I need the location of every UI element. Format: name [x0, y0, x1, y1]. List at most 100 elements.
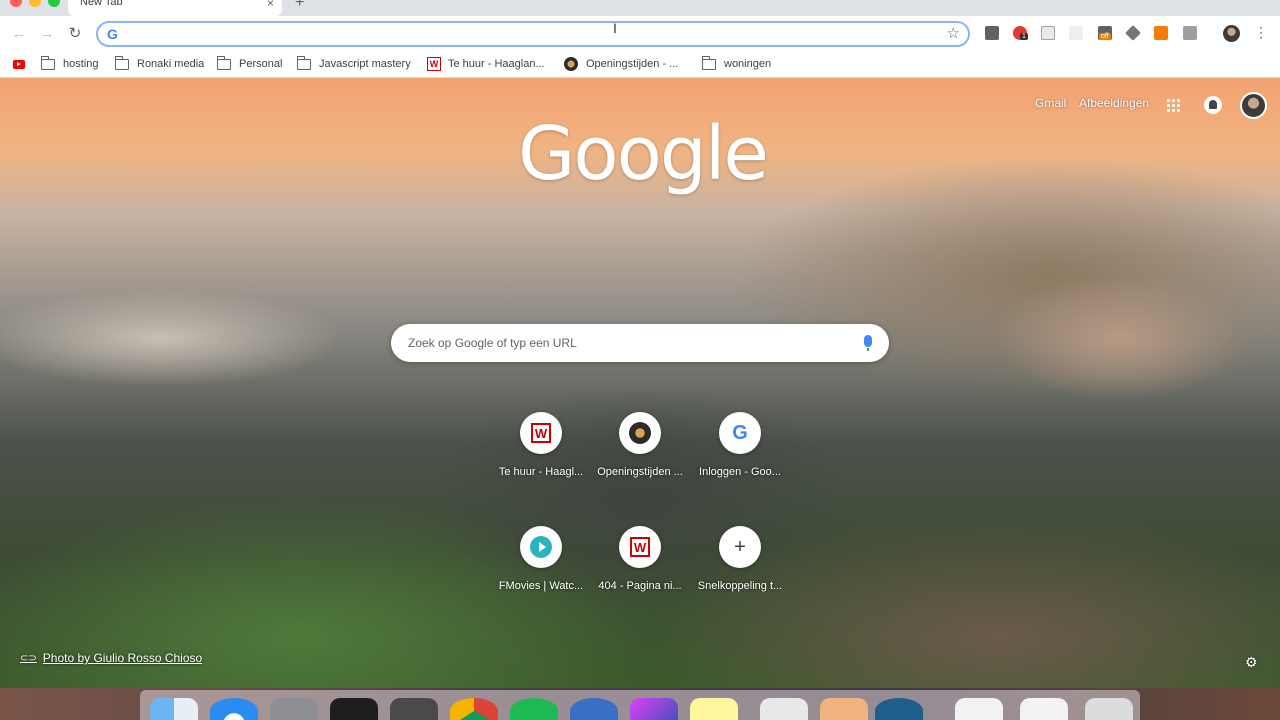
shortcut-add[interactable]: + Snelkoppeling t... — [690, 526, 790, 616]
tab-strip: New Tab × + — [0, 0, 1280, 16]
apps-grid-icon[interactable] — [1166, 98, 1180, 112]
menu-kebab-icon[interactable]: ⋮ — [1254, 24, 1268, 41]
close-window-button[interactable] — [10, 0, 22, 7]
tile-icon: W — [619, 526, 661, 568]
tile-label: Te huur - Haagl... — [498, 466, 584, 478]
notifications-icon[interactable] — [1204, 96, 1222, 114]
numbers-icon[interactable] — [760, 698, 808, 720]
bookmark-openingstijden[interactable]: Openingstijden - ... — [564, 55, 678, 73]
bookmark-star-icon[interactable]: ☆ — [947, 24, 960, 42]
folder-icon — [40, 55, 55, 70]
bookmark-ronaki-media[interactable]: Ronaki media — [114, 55, 204, 73]
plus-icon: + — [734, 535, 746, 558]
bookmark-te-huur[interactable]: W Te huur - Haaglan... — [427, 55, 545, 73]
account-avatar[interactable] — [1240, 92, 1267, 119]
gmail-link[interactable]: Gmail — [1035, 96, 1066, 110]
bookmark-youtube[interactable] — [13, 55, 25, 73]
tile-label: 404 - Pagina ni... — [598, 580, 682, 592]
search-input[interactable] — [408, 334, 848, 352]
shortcut-fmovies[interactable]: FMovies | Watc... — [491, 526, 591, 616]
system-preferences-icon[interactable] — [270, 698, 318, 720]
bookmark-personal[interactable]: Personal — [216, 55, 283, 73]
o-site-icon — [629, 422, 651, 444]
text-cursor-icon: I — [613, 20, 617, 36]
folder-icon — [114, 55, 129, 70]
off-ext-icon[interactable]: off — [1098, 26, 1112, 40]
app-icon-2[interactable] — [875, 698, 923, 720]
safari-icon[interactable] — [210, 698, 258, 720]
folder-icon — [216, 55, 231, 70]
bookmark-label: Personal — [239, 58, 283, 70]
link-icon: ⊂⊃ — [20, 652, 37, 664]
google-g-icon: G — [732, 421, 748, 444]
folder-icon — [296, 55, 311, 70]
bookmark-label: Te huur - Haaglan... — [448, 58, 545, 70]
cube-ext-icon[interactable] — [1125, 25, 1141, 41]
bookmark-woningen[interactable]: woningen — [701, 55, 772, 73]
w-site-icon: W — [630, 537, 650, 557]
photo-credit-text: Photo by Giulio Rosso Chioso — [42, 651, 203, 665]
maximize-window-button[interactable] — [48, 0, 60, 7]
app-icon[interactable] — [570, 698, 618, 720]
phpstorm-icon[interactable] — [630, 698, 678, 720]
bookmark-javascript-mastery[interactable]: Javascript mastery — [296, 55, 411, 73]
shortcut-openingstijden[interactable]: Openingstijden ... — [590, 412, 690, 502]
document-thumbnail[interactable] — [955, 698, 1003, 720]
images-link[interactable]: Afbeeldingen — [1079, 96, 1149, 110]
w-site-icon: W — [531, 423, 551, 443]
microphone-icon[interactable] — [864, 335, 872, 351]
photo-credit-link[interactable]: ⊂⊃ Photo by Giulio Rosso Chioso — [20, 651, 202, 665]
finder-icon[interactable] — [150, 698, 198, 720]
terminal-icon[interactable] — [330, 698, 378, 720]
tile-icon: + — [719, 526, 761, 568]
profile-avatar[interactable] — [1223, 25, 1240, 42]
w-site-icon: W — [427, 57, 441, 71]
document-thumbnail[interactable] — [1020, 698, 1068, 720]
tile-icon: W — [520, 412, 562, 454]
json-ext-icon[interactable] — [985, 26, 999, 40]
tab-close-icon[interactable]: × — [267, 0, 274, 10]
google-logo: Google — [518, 111, 769, 197]
dock — [140, 690, 1140, 720]
tab-new-tab[interactable]: New Tab × — [68, 0, 282, 16]
o-site-icon — [564, 57, 578, 71]
shortcut-404-pagina[interactable]: W 404 - Pagina ni... — [590, 526, 690, 616]
notes-icon[interactable] — [690, 698, 738, 720]
code-ext-icon[interactable] — [1041, 26, 1055, 40]
pages-icon[interactable] — [820, 698, 868, 720]
new-tab-button[interactable]: + — [295, 0, 304, 12]
shortcut-te-huur[interactable]: W Te huur - Haagl... — [491, 412, 591, 502]
bookmark-label: Javascript mastery — [319, 58, 411, 70]
omnibox[interactable]: G ☆ — [96, 21, 970, 47]
bookmark-label: woningen — [724, 58, 772, 70]
trash-icon[interactable] — [1085, 698, 1133, 720]
address-input[interactable] — [128, 25, 928, 43]
toolbar: ← → ↻ G ☆ I 1 off ⋮ — [0, 16, 1280, 50]
customize-gear-icon[interactable]: ⚙ — [1245, 654, 1258, 671]
tile-icon: G — [719, 412, 761, 454]
forward-button[interactable]: → — [37, 22, 57, 44]
reload-button[interactable]: ↻ — [65, 22, 85, 44]
google-g-icon: G — [107, 26, 118, 42]
back-button[interactable]: ← — [9, 22, 29, 44]
chrome-icon[interactable] — [450, 698, 498, 720]
ntp-search-box[interactable] — [391, 324, 889, 362]
tile-label: FMovies | Watc... — [498, 580, 584, 592]
blank-ext-icon[interactable] — [1069, 26, 1083, 40]
bookmark-hosting[interactable]: hosting — [40, 55, 99, 73]
tile-label: Openingstijden ... — [597, 466, 683, 478]
bookmarks-bar: hosting Ronaki media Personal Javascript… — [0, 50, 1280, 78]
spotify-icon[interactable] — [510, 698, 558, 720]
tab-title: New Tab — [80, 0, 123, 8]
folder-icon — [701, 55, 716, 70]
opera-ext-icon[interactable]: 1 — [1013, 26, 1028, 40]
shortcut-inloggen[interactable]: G Inloggen - Goo... — [690, 412, 790, 502]
tile-icon — [619, 412, 661, 454]
youtube-icon — [13, 59, 25, 69]
grid-ext-icon[interactable] — [1183, 26, 1197, 40]
chart-ext-icon[interactable] — [1154, 26, 1168, 40]
new-tab-page: Gmail Afbeeldingen Google W Te huur - Ha… — [0, 78, 1280, 688]
bookmark-label: hosting — [63, 58, 99, 70]
sublime-icon[interactable] — [390, 698, 438, 720]
minimize-window-button[interactable] — [29, 0, 41, 7]
